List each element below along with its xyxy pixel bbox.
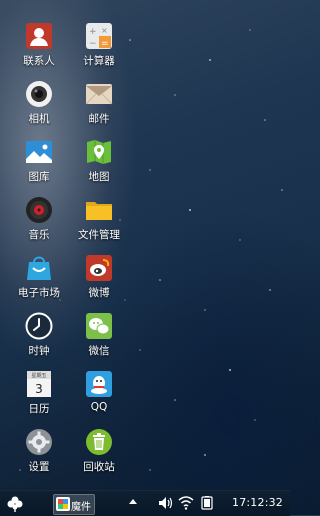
app-map[interactable]: 地图 [69,138,129,194]
mojian-app-icon [56,497,70,511]
app-recycle-bin[interactable]: 回收站 [69,428,129,484]
app-settings[interactable]: 设置 [9,428,69,484]
settings-gear-icon [26,429,52,455]
app-label: 邮件 [88,113,110,125]
qq-icon [86,371,112,397]
app-market[interactable]: 电子市场 [9,254,69,310]
music-icon [26,197,52,223]
app-contacts[interactable]: 联系人 [9,22,69,78]
app-label: 文件管理 [78,229,120,241]
app-clock[interactable]: 时钟 [9,312,69,368]
camera-icon [26,81,52,107]
calculator-icon: + × − = [86,23,112,49]
clover-start-icon[interactable] [6,495,24,513]
taskbar: 魔件 17:12:32 [0,490,290,516]
gallery-icon [26,141,52,163]
wifi-icon[interactable] [178,495,194,510]
app-mail[interactable]: 邮件 [69,80,129,136]
desktop: 联系人 + × − = 计算器 相机 邮件 图库 地图 音乐 文件管理 电子市场… [0,0,290,490]
map-icon [87,140,111,164]
battery-icon[interactable] [198,496,216,510]
calendar-icon: 星期五 3 [27,371,51,397]
app-calculator[interactable]: + × − = 计算器 [69,22,129,78]
svg-text:=: = [101,39,109,49]
folder-icon [86,202,112,220]
app-calendar[interactable]: 星期五 3 日历 [9,370,69,426]
clock-icon [25,312,53,340]
app-label: 计算器 [83,55,115,67]
mail-icon [85,84,113,105]
weibo-icon [86,255,112,281]
app-weibo[interactable]: 微博 [69,254,129,310]
app-music[interactable]: 音乐 [9,196,69,252]
app-label: 回收站 [83,461,115,473]
app-gallery[interactable]: 图库 [9,138,69,194]
calendar-day: 3 [35,382,43,396]
wechat-icon [86,313,112,339]
app-qq[interactable]: QQ [69,370,129,426]
app-camera[interactable]: 相机 [9,80,69,136]
svg-text:×: × [101,26,108,35]
calendar-weekday: 星期五 [31,373,46,379]
market-bag-icon [27,256,51,280]
app-label: QQ [90,401,108,413]
taskbar-app-label: 魔件 [71,502,91,513]
app-wechat[interactable]: 微信 [69,312,129,368]
taskbar-app-button[interactable]: 魔件 [53,494,95,515]
contacts-icon [26,23,52,49]
app-label: 微博 [88,287,110,299]
svg-text:+: + [89,27,97,37]
tray-up-arrow-icon[interactable] [128,497,138,507]
app-file-manager[interactable]: 文件管理 [69,196,129,252]
svg-text:−: − [89,39,97,49]
volume-icon[interactable] [158,496,174,510]
app-label: 微信 [88,345,110,357]
taskbar-clock[interactable]: 17:12:32 [232,496,283,509]
recycle-bin-icon [86,429,112,455]
app-label: 地图 [88,171,110,183]
